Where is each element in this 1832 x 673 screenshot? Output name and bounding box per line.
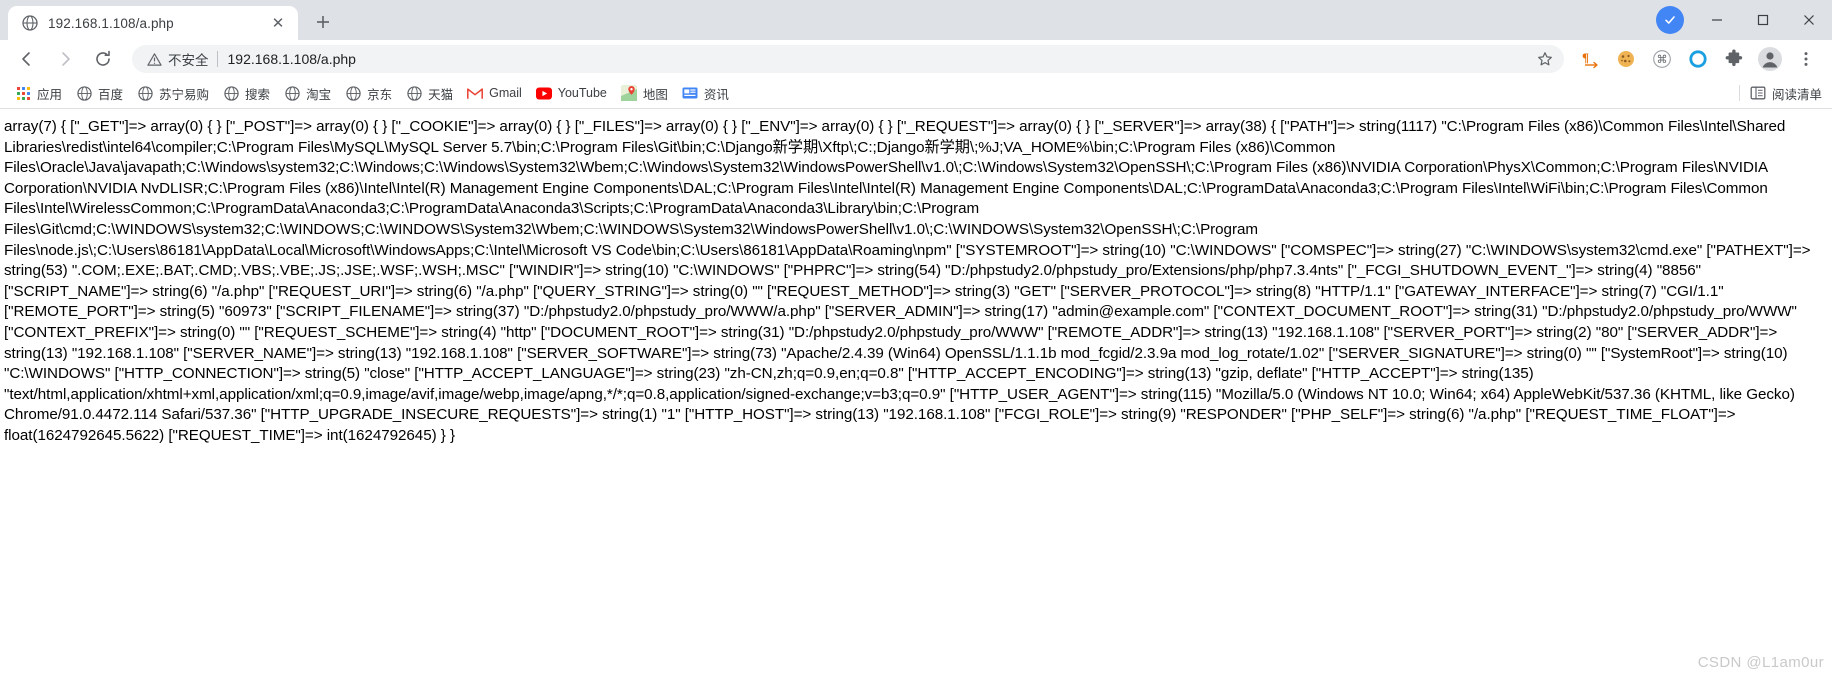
browser-toolbar: 不安全 192.168.1.108/a.php ¶ ⌘ xyxy=(0,40,1832,78)
bookmark-taobao[interactable]: 淘宝 xyxy=(277,81,338,105)
security-status-text: 不安全 xyxy=(168,53,209,68)
maximize-button[interactable] xyxy=(1740,0,1786,40)
globe-icon xyxy=(223,85,239,101)
omnibox-divider xyxy=(216,51,218,67)
svg-text:⌘: ⌘ xyxy=(1657,54,1668,66)
url-text: 192.168.1.108/a.php xyxy=(227,51,356,67)
new-tab-button[interactable] xyxy=(308,7,338,37)
bookmark-label: 苏宁易购 xyxy=(159,87,210,102)
reading-list-area: 阅读清单 xyxy=(1738,84,1822,103)
globe-icon xyxy=(21,15,38,32)
php-var-dump-output: array(7) { ["_GET"]=> array(0) { } ["_PO… xyxy=(4,118,1815,444)
close-window-button[interactable] xyxy=(1786,0,1832,40)
reload-button[interactable] xyxy=(87,43,119,75)
back-button[interactable] xyxy=(11,43,43,75)
bookmark-label: 搜索 xyxy=(245,87,271,102)
command-icon[interactable]: ⌘ xyxy=(1647,44,1677,74)
bookmark-label: 百度 xyxy=(98,87,124,102)
maps-pin-icon xyxy=(620,85,637,101)
close-icon[interactable]: ✕ xyxy=(268,13,288,33)
bookmark-news[interactable]: 资讯 xyxy=(675,81,736,105)
puzzle-extensions-icon[interactable] xyxy=(1719,44,1749,74)
bookmark-label: 京东 xyxy=(367,87,393,102)
bookmark-suning[interactable]: 苏宁易购 xyxy=(130,81,216,105)
bookmark-youtube[interactable]: YouTube xyxy=(529,81,614,105)
youtube-icon xyxy=(535,85,552,101)
cookie-icon[interactable] xyxy=(1611,44,1641,74)
bookmark-label: 资讯 xyxy=(703,87,729,102)
tab-strip: 192.168.1.108/a.php ✕ xyxy=(0,0,1832,40)
reading-list-label[interactable]: 阅读清单 xyxy=(1772,84,1822,103)
bookmark-label: 应用 xyxy=(37,87,63,102)
browser-tab[interactable]: 192.168.1.108/a.php ✕ xyxy=(8,6,298,40)
bookmark-apps[interactable]: 应用 xyxy=(8,81,69,105)
update-badge-icon[interactable] xyxy=(1656,6,1684,34)
page-content: array(7) { ["_GET"]=> array(0) { } ["_PO… xyxy=(0,109,1832,673)
forward-button[interactable] xyxy=(49,43,81,75)
window-controls xyxy=(1656,0,1832,40)
browser-window: 192.168.1.108/a.php ✕ 不安全 192.168.1.108/… xyxy=(0,0,1832,673)
warning-triangle-icon xyxy=(146,51,162,67)
bookmark-label: 地图 xyxy=(642,87,668,102)
globe-icon xyxy=(137,85,153,101)
reading-list-icon[interactable] xyxy=(1750,85,1766,101)
globe-icon xyxy=(345,85,361,101)
bookmark-label: 淘宝 xyxy=(306,87,332,102)
bookmark-label: Gmail xyxy=(489,86,522,100)
bookmark-label: YouTube xyxy=(557,86,607,100)
bookmark-gmail[interactable]: Gmail xyxy=(460,81,529,105)
bookmark-star-icon[interactable] xyxy=(1532,46,1558,72)
bookmarks-bar: 应用 百度 苏宁易购 搜索 淘宝 京东 天猫 Gmail YouTube 地图 … xyxy=(0,78,1832,109)
address-bar[interactable]: 不安全 192.168.1.108/a.php xyxy=(132,45,1564,73)
apps-grid-icon xyxy=(15,85,31,101)
bookmark-baidu[interactable]: 百度 xyxy=(69,81,130,105)
gmail-icon xyxy=(467,85,484,101)
ring-icon[interactable] xyxy=(1683,44,1713,74)
news-icon xyxy=(682,85,698,101)
pilcrow-translate-icon[interactable]: ¶ xyxy=(1575,44,1605,74)
bookmark-label: 天猫 xyxy=(428,87,454,102)
watermark: CSDN @L1am0ur xyxy=(1697,654,1824,671)
bookmark-jd[interactable]: 京东 xyxy=(338,81,399,105)
bookmark-tmall[interactable]: 天猫 xyxy=(399,81,460,105)
profile-avatar-icon[interactable] xyxy=(1755,44,1785,74)
minimize-button[interactable] xyxy=(1694,0,1740,40)
more-menu-icon[interactable] xyxy=(1791,44,1821,74)
svg-text:¶: ¶ xyxy=(1582,50,1589,65)
bookmark-search[interactable]: 搜索 xyxy=(216,81,277,105)
bookmarks-divider xyxy=(1738,85,1740,101)
globe-icon xyxy=(76,85,92,101)
globe-icon xyxy=(406,85,422,101)
tab-title: 192.168.1.108/a.php xyxy=(48,15,174,31)
globe-icon xyxy=(284,85,300,101)
bookmark-maps[interactable]: 地图 xyxy=(614,81,675,105)
